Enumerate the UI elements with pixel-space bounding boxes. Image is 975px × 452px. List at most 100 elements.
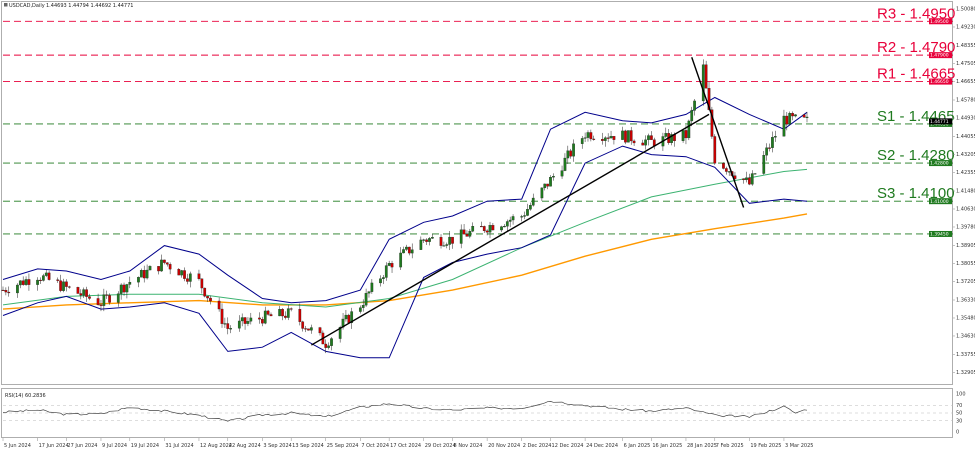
candle-body [762,155,766,174]
candle-body [186,278,189,282]
candle-body [462,229,466,235]
price-tick-label: 1.41480 [956,189,975,195]
candle-body [318,327,322,334]
candle-body [782,115,786,137]
candle-body [405,246,408,250]
candle-body [410,249,414,254]
candle-body [402,249,405,254]
candle-body [246,321,250,324]
candle-body [102,294,106,306]
candle-body [442,245,446,247]
date-tick-label: 7 Feb 2025 [716,443,744,449]
price-tick-label: 1.35480 [956,316,975,322]
candle-body [358,307,362,312]
candle-body [431,237,434,239]
candle-body [209,297,212,302]
candle-body [583,137,587,139]
candle-body [693,100,696,111]
candle-body [612,136,616,140]
price-tick-label: 1.39780 [956,225,975,231]
candle-body [59,280,62,291]
candle-body [197,273,201,279]
candle-body [148,266,152,271]
candle-body [664,133,668,137]
candle-body [505,221,509,227]
price-tick-label: 1.42355 [956,170,975,176]
candle-body [203,287,207,297]
level-tag-text-r1: 1.46650 [930,79,949,85]
candle-body [465,233,469,237]
candle-body [684,130,688,139]
candle-body [566,150,570,159]
price-tick-label: 1.48355 [956,43,975,49]
price-tick-label: 1.38055 [956,261,975,267]
candle-body [592,138,596,140]
level-tag-text-l4: 1.39450 [930,232,949,238]
candle-body [163,259,166,263]
candle-body [480,226,483,228]
candle-body [448,236,452,245]
candle-body [206,296,209,299]
candle-body [240,317,244,322]
candle-body [753,173,757,175]
candle-body [529,205,532,210]
price-tick-label: 1.34630 [956,334,975,340]
candle-body [1,289,5,292]
candle-body [27,279,31,285]
date-tick-label: 31 Jul 2024 [165,443,193,449]
candle-body [39,279,42,282]
candle-body [546,183,549,187]
candle-body [125,284,129,293]
candle-body [243,317,247,324]
candle-body [603,137,607,141]
candle-body [523,215,526,217]
candle-body [229,328,233,330]
candle-body [309,327,313,331]
date-tick-label: 29 Oct 2024 [425,443,456,449]
candle-body [122,284,126,293]
date-tick-label: 19 Feb 2025 [750,443,781,449]
candle-body [344,314,348,320]
candle-body [177,268,181,276]
candle-body [572,143,575,157]
candle-body [681,130,685,142]
candle-body [727,171,731,173]
rsi-header: RSI(14) 60.2836 [5,393,46,399]
candle-body [724,168,728,172]
candle-body [482,226,486,232]
candle-body [62,281,65,291]
candle-body [370,282,374,292]
candle-body [157,266,160,272]
candle-body [485,230,489,233]
candle-body [439,237,443,246]
candle-body [445,244,449,246]
price-axis: 1.50080 1.49230 1.48355 1.47505 1.46655 1.457… [953,7,975,376]
candle-body [284,315,287,318]
candle-body [79,293,83,296]
candle-body [188,273,192,282]
candle-body [425,239,428,242]
candle-body [788,113,792,125]
level-tag-text-r2: 1.47900 [930,53,949,59]
candle-body [794,114,797,117]
candle-body [47,272,51,280]
level-tag-text-s2: 1.42800 [930,161,949,167]
candle-body [632,140,636,144]
candle-body [531,197,535,206]
candle-body [569,150,573,157]
candle-body [217,300,221,310]
candle-body [82,289,86,296]
candle-body [36,279,39,285]
candle-body [520,216,524,218]
candle-body [768,147,771,149]
candle-body [76,287,80,294]
rsi-tick-label: 50 [956,411,962,417]
candle-body [367,291,371,294]
candle-body [609,136,613,139]
price-tick-label: 1.33755 [956,352,975,358]
candle-body [742,178,745,181]
candle-body [384,265,388,278]
candle-body [471,226,475,232]
price-tick-label: 1.32905 [956,370,975,376]
candle-body [690,110,694,122]
